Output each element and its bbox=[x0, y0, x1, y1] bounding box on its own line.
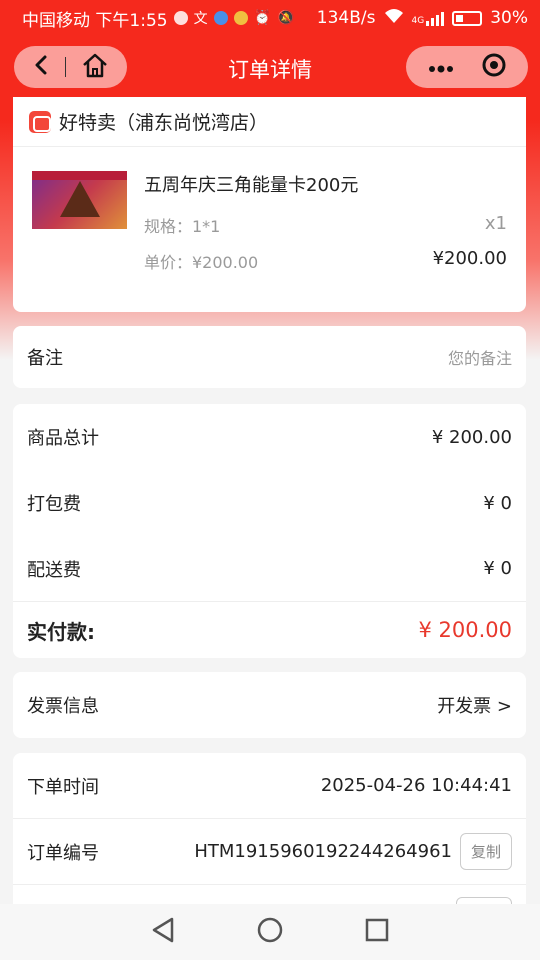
browser-icon bbox=[213, 11, 228, 25]
wifi-icon bbox=[384, 8, 404, 29]
app-icon bbox=[173, 11, 188, 25]
product-thumbnail[interactable] bbox=[32, 171, 127, 229]
game-icon bbox=[233, 11, 248, 25]
status-bar: 中国移动 下午1:55 文 ⏰ 🔕 134B/s 4G 30% bbox=[0, 0, 540, 36]
battery-icon bbox=[452, 10, 483, 26]
shop-logo-icon bbox=[29, 110, 51, 133]
paid-amount-value: ¥ 200.00 bbox=[418, 618, 512, 642]
order-time-label: 下单时间 bbox=[27, 776, 99, 798]
packing-fee-row: 打包费 ¥ 0 bbox=[13, 470, 526, 536]
net-speed: 134B/s bbox=[316, 8, 376, 28]
copy-order-number-button[interactable]: 复制 bbox=[459, 833, 512, 870]
product-spec: 规格：1*1 bbox=[144, 217, 221, 236]
order-number-row: 订单编号 HTM1915960192244264961 复制 bbox=[13, 819, 526, 885]
nav-right-capsule bbox=[406, 46, 528, 88]
system-recents-icon[interactable] bbox=[364, 917, 390, 947]
delivery-fee-value: ¥ 0 bbox=[483, 558, 512, 579]
order-time-row: 下单时间 2025-04-26 10:44:41 bbox=[13, 753, 526, 819]
remark-input[interactable]: 您的备注 bbox=[448, 345, 512, 369]
shop-name: 好特卖（浦东尚悦湾店） bbox=[59, 112, 269, 134]
goods-total-value: ¥ 200.00 bbox=[431, 426, 512, 448]
product-name: 五周年庆三角能量卡200元 bbox=[144, 175, 359, 196]
order-product-card: 好特卖（浦东尚悦湾店） 五周年庆三角能量卡200元 规格：1*1 x1 单价：¥… bbox=[13, 97, 526, 312]
notification-icons: 文 ⏰ 🔕 bbox=[173, 8, 295, 28]
packing-fee-label: 打包费 bbox=[27, 494, 81, 515]
price-summary-card: 商品总计 ¥ 200.00 打包费 ¥ 0 配送费 ¥ 0 实付款: ¥ 200… bbox=[13, 404, 526, 658]
shop-header[interactable]: 好特卖（浦东尚悦湾店） bbox=[13, 97, 526, 147]
paid-amount-label: 实付款: bbox=[27, 619, 95, 644]
packing-fee-value: ¥ 0 bbox=[483, 492, 512, 514]
order-number-value: HTM1915960192244264961 bbox=[194, 841, 452, 862]
invoice-row[interactable]: 发票信息 开发票 > bbox=[13, 672, 526, 738]
network-type: 4G bbox=[411, 16, 425, 26]
battery-level: 30% bbox=[490, 8, 528, 28]
paid-amount-row: 实付款: ¥ 200.00 bbox=[13, 602, 526, 658]
close-miniapp-icon[interactable] bbox=[481, 52, 507, 82]
translate-icon: 文 bbox=[193, 11, 208, 27]
remark-label: 备注 bbox=[27, 348, 63, 369]
order-time-value: 2025-04-26 10:44:41 bbox=[320, 775, 512, 796]
remark-row[interactable]: 备注 您的备注 bbox=[13, 326, 526, 388]
carrier-time: 中国移动 下午1:55 bbox=[22, 10, 168, 31]
system-home-icon[interactable] bbox=[256, 916, 284, 948]
more-icon[interactable] bbox=[428, 58, 454, 77]
product-subtotal: ¥200.00 bbox=[432, 248, 507, 269]
delivery-fee-label: 配送费 bbox=[27, 559, 81, 581]
mute-icon: 🔕 bbox=[277, 10, 295, 26]
issue-invoice-link[interactable]: 开发票 > bbox=[437, 692, 512, 718]
goods-total-row: 商品总计 ¥ 200.00 bbox=[13, 404, 526, 470]
invoice-label: 发票信息 bbox=[27, 696, 99, 717]
signal-icon: 4G bbox=[412, 10, 445, 26]
system-back-icon[interactable] bbox=[150, 916, 176, 948]
goods-total-label: 商品总计 bbox=[27, 428, 99, 449]
order-info-card: 下单时间 2025-04-26 10:44:41 订单编号 HTM1915960… bbox=[13, 753, 526, 913]
delivery-fee-row: 配送费 ¥ 0 bbox=[13, 536, 526, 602]
order-number-label: 订单编号 bbox=[27, 842, 99, 864]
system-nav-bar bbox=[0, 904, 540, 960]
product-qty: x1 bbox=[484, 213, 507, 234]
nav-bar: 订单详情 bbox=[0, 46, 540, 90]
alarm-icon: ⏰ bbox=[253, 10, 272, 26]
product-unit-price: 单价：¥200.00 bbox=[144, 253, 259, 272]
